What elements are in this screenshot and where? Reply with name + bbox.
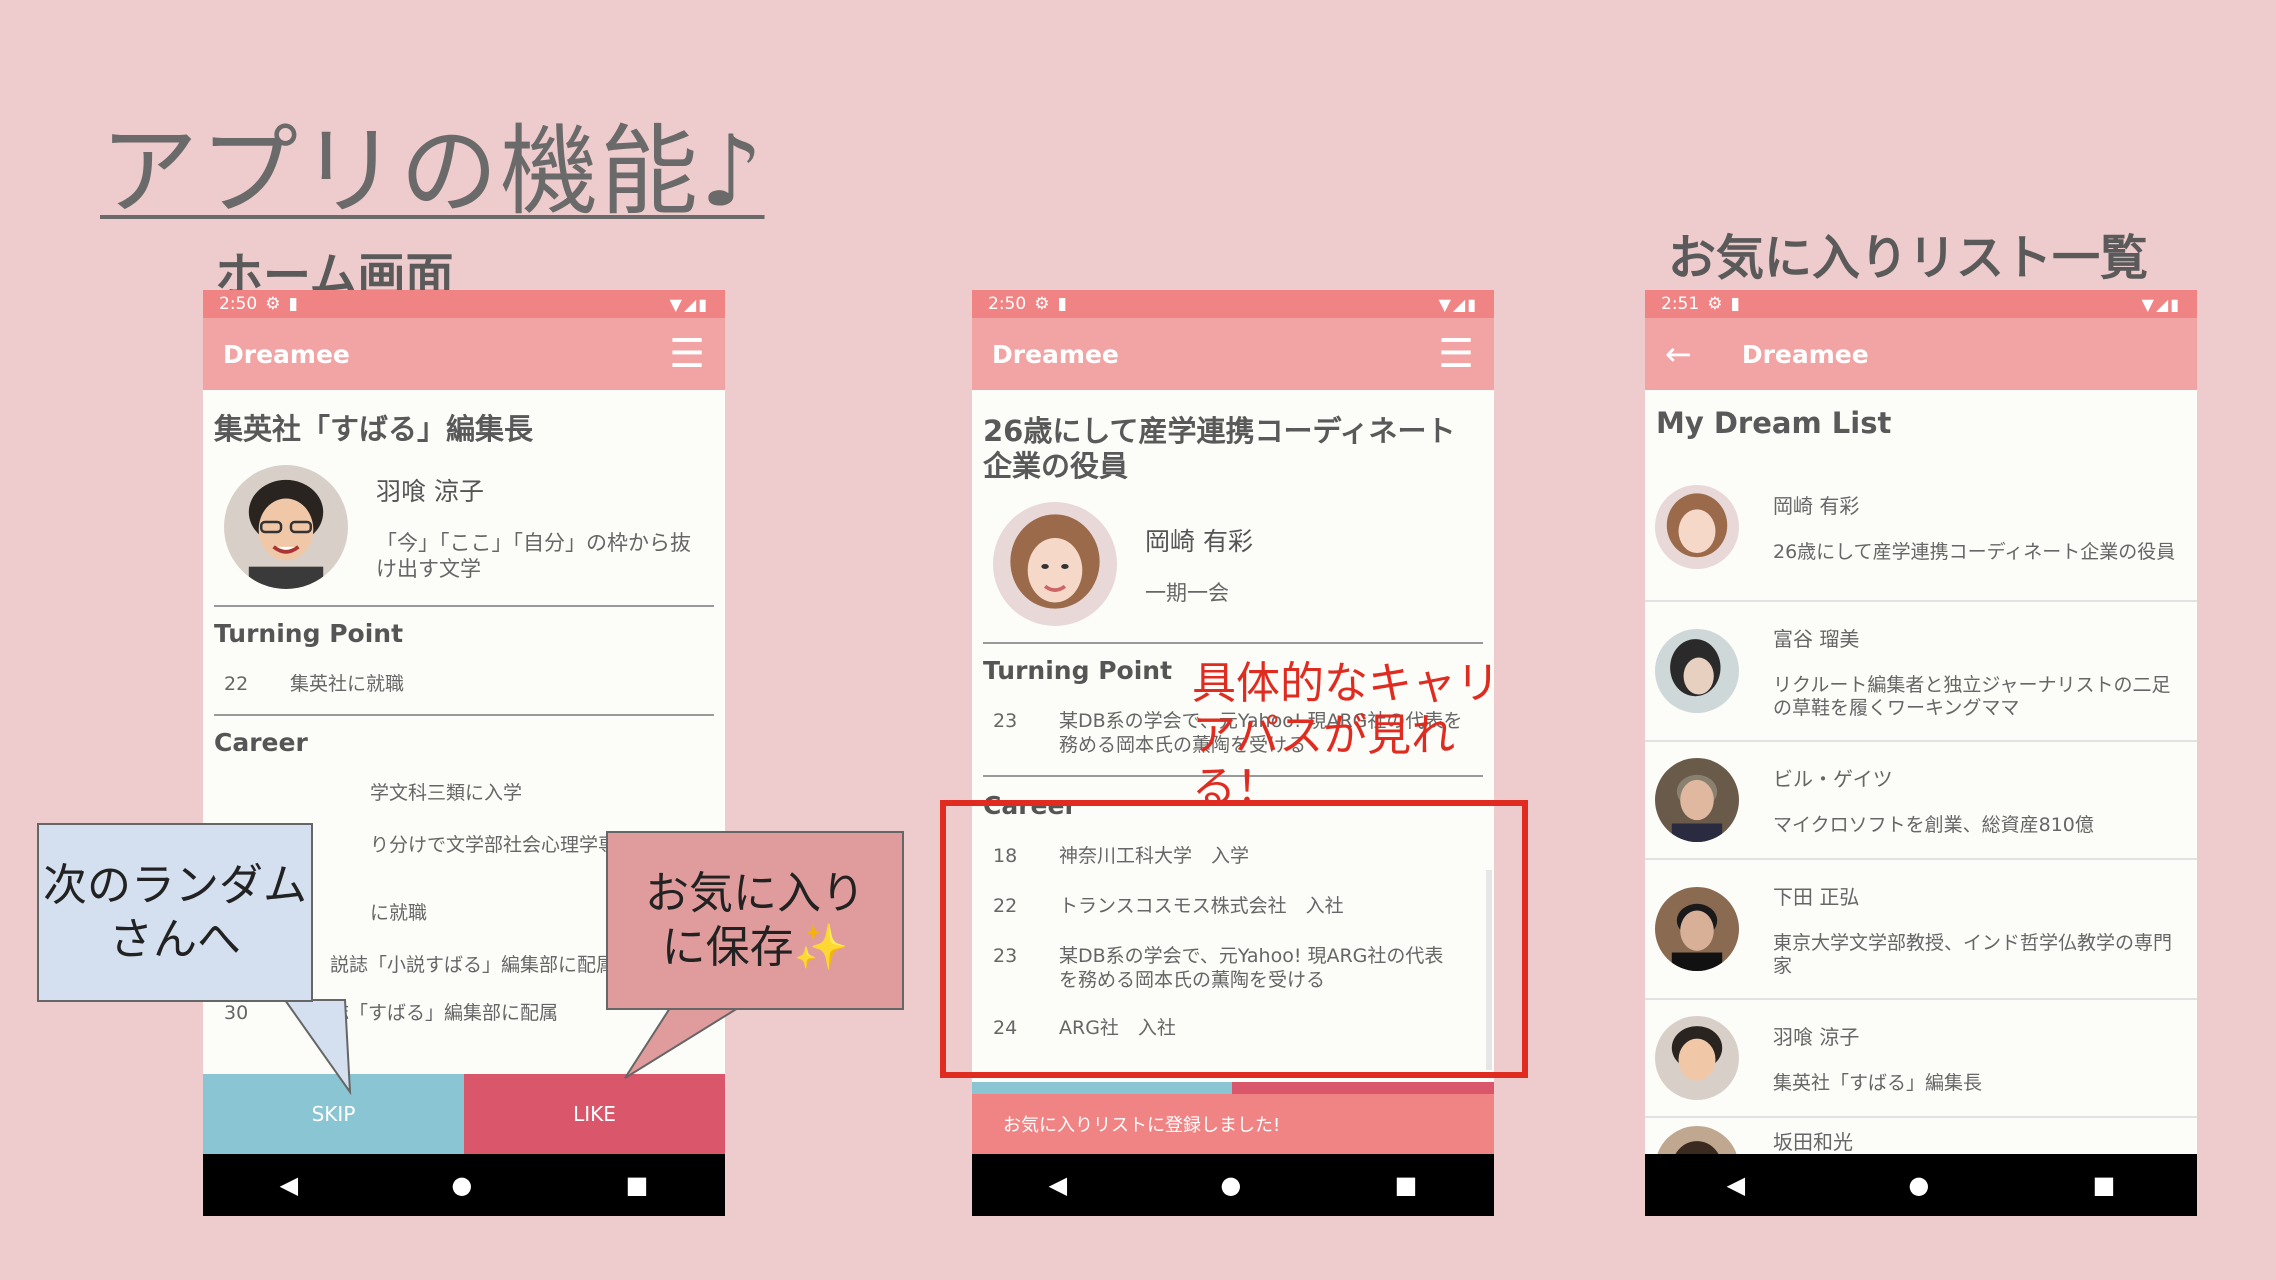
item-description: 集英社「すばる」編集長: [1773, 1072, 1983, 1094]
avatar: [224, 465, 348, 589]
row-age: [224, 781, 290, 805]
row-text: に就職: [370, 902, 428, 924]
action-buttons: SKIP LIKE: [203, 1074, 725, 1154]
row-text: 学文科三類に入学: [370, 782, 523, 804]
profile-name: 羽喰 涼子: [376, 477, 484, 506]
list-item[interactable]: ビル・ゲイツマイクロソフトを創業、総資産810億: [1645, 742, 2197, 860]
avatar: [993, 502, 1117, 626]
sd-card-icon: ▮: [288, 294, 298, 314]
item-name: 岡崎 有彩: [1773, 494, 1860, 518]
home-nav-icon[interactable]: ●: [1908, 1171, 1929, 1199]
home-nav-icon[interactable]: ●: [451, 1171, 472, 1199]
avatar: [1655, 758, 1739, 842]
app-bar: Dreamee ☰: [972, 318, 1494, 390]
dream-job-title: 26歳にして産学連携コーディネート企業の役員: [983, 414, 1456, 483]
avatar: [1655, 887, 1739, 971]
gear-icon: ⚙: [265, 294, 281, 314]
item-name: 羽喰 涼子: [1773, 1025, 1860, 1049]
item-name: 坂田和光: [1773, 1130, 1853, 1154]
item-description: マイクロソフトを創業、総資産810億: [1773, 814, 2094, 836]
back-nav-icon[interactable]: ◀: [280, 1171, 298, 1199]
snackbar: お気に入りリストに登録しました!: [972, 1094, 1494, 1154]
career-highlight-box: [940, 800, 1528, 1078]
like-callout-text: お気に入りに保存✨: [645, 867, 865, 973]
skip-callout: 次のランダムさんへ: [37, 823, 313, 1002]
profile-card: 岡崎 有彩 一期一会: [983, 484, 1483, 644]
row-text: 誌「すばる」編集部に配属: [330, 1002, 559, 1024]
app-title: Dreamee: [992, 339, 1119, 369]
list-title: My Dream List: [1656, 406, 1892, 440]
gear-icon: ⚙: [1707, 294, 1723, 314]
turning-point-row: 22 集英社に就職: [214, 662, 714, 706]
back-nav-icon[interactable]: ◀: [1049, 1171, 1067, 1199]
list-menu-icon[interactable]: ☰: [669, 334, 705, 374]
dream-job-title: 集英社「すばる」編集長: [214, 412, 534, 446]
list-menu-icon[interactable]: ☰: [1438, 334, 1474, 374]
slide-title: アプリの機能♪: [100, 115, 765, 229]
career-row: 学文科三類に入学: [214, 771, 714, 815]
item-name: 富谷 瑠美: [1773, 626, 1860, 651]
signal-battery-icons: ▼◢▮: [2141, 294, 2181, 314]
row-text: 集英社に就職: [290, 673, 405, 695]
item-description: 26歳にして産学連携コーディネート企業の役員: [1773, 541, 2176, 563]
career-annotation: 具体的なキャリアパスが見れる！: [1192, 658, 1500, 813]
career-heading: Career: [214, 728, 308, 757]
gear-icon: ⚙: [1034, 294, 1050, 314]
recents-nav-icon[interactable]: ■: [626, 1171, 649, 1199]
back-arrow-icon[interactable]: ←: [1665, 335, 1692, 373]
app-title: Dreamee: [1741, 339, 1869, 369]
recents-nav-icon[interactable]: ■: [2093, 1171, 2116, 1199]
item-name: ビル・ゲイツ: [1773, 767, 1893, 791]
avatar: [1655, 485, 1739, 569]
android-nav-bar: ◀ ● ■: [1645, 1154, 2197, 1216]
sd-card-icon: ▮: [1730, 294, 1740, 314]
item-description: 東京大学文学部教授、インド哲学仏教学の専門家: [1773, 931, 2173, 977]
status-bar: 2:51 ⚙ ▮ ▼◢▮: [1645, 290, 2197, 318]
list-item[interactable]: 下田 正弘東京大学文学部教授、インド哲学仏教学の専門家: [1645, 860, 2197, 1000]
home-nav-icon[interactable]: ●: [1220, 1171, 1241, 1199]
skip-button[interactable]: SKIP: [203, 1074, 464, 1154]
turning-point-heading: Turning Point: [214, 619, 404, 648]
avatar: [1655, 1016, 1739, 1100]
row-age: 22: [224, 673, 249, 695]
list-item[interactable]: 羽喰 涼子集英社「すばる」編集長: [1645, 1000, 2197, 1118]
signal-battery-icons: ▼◢▮: [1438, 294, 1478, 314]
like-button[interactable]: LIKE: [464, 1074, 725, 1154]
row-text: り分けで文学部社会心理学専: [370, 834, 618, 856]
android-nav-bar: ◀ ● ■: [972, 1154, 1494, 1216]
item-name: 下田 正弘: [1773, 884, 1860, 909]
app-bar: ← Dreamee: [1645, 318, 2197, 390]
back-nav-icon[interactable]: ◀: [1727, 1171, 1745, 1199]
android-nav-bar: ◀ ● ■: [203, 1154, 725, 1216]
row-age: 23: [993, 710, 1018, 732]
status-time: 2:51: [1661, 294, 1700, 314]
recents-nav-icon[interactable]: ■: [1395, 1171, 1418, 1199]
signal-battery-icons: ▼◢▮: [669, 294, 709, 314]
profile-card: 羽喰 涼子 「今」「ここ」「自分」の枠から抜け出す文学: [214, 447, 714, 607]
status-time: 2:50: [988, 294, 1027, 314]
status-bar: 2:50 ⚙ ▮ ▼◢▮: [203, 290, 725, 318]
list-item[interactable]: 富谷 瑠美リクルート編集者と独立ジャーナリストの二足の草鞋を履くワーキングママ: [1645, 602, 2197, 742]
item-description: リクルート編集者と独立ジャーナリストの二足の草鞋を履くワーキングママ: [1773, 673, 2171, 719]
like-callout: お気に入りに保存✨: [606, 831, 904, 1010]
row-text: 説誌「小説すばる」編集部に配属: [330, 954, 616, 976]
avatar: [1655, 629, 1739, 713]
row-age: 30: [224, 1002, 249, 1024]
status-time: 2:50: [219, 294, 258, 314]
profile-motto: 一期一会: [1145, 581, 1229, 605]
phone-home-screen: 2:50 ⚙ ▮ ▼◢▮ Dreamee ☰ 集英社「すばる」編集長 羽喰 涼子…: [203, 290, 725, 1216]
sd-card-icon: ▮: [1057, 294, 1067, 314]
app-title: Dreamee: [223, 339, 350, 369]
profile-name: 岡崎 有彩: [1145, 527, 1253, 556]
phone-favorites-screen: 2:51 ⚙ ▮ ▼◢▮ ← Dreamee My Dream List 岡崎 …: [1645, 290, 2197, 1216]
favorites-screen-label: お気に入りリスト一覧: [1668, 230, 2149, 286]
skip-callout-text: 次のランダムさんへ: [43, 859, 307, 965]
list-item[interactable]: 岡崎 有彩 26歳にして産学連携コーディネート企業の役員: [1645, 462, 2197, 602]
status-bar: 2:50 ⚙ ▮ ▼◢▮: [972, 290, 1494, 318]
app-bar: Dreamee ☰: [203, 318, 725, 390]
profile-motto: 「今」「ここ」「自分」の枠から抜け出す文学: [376, 531, 691, 581]
